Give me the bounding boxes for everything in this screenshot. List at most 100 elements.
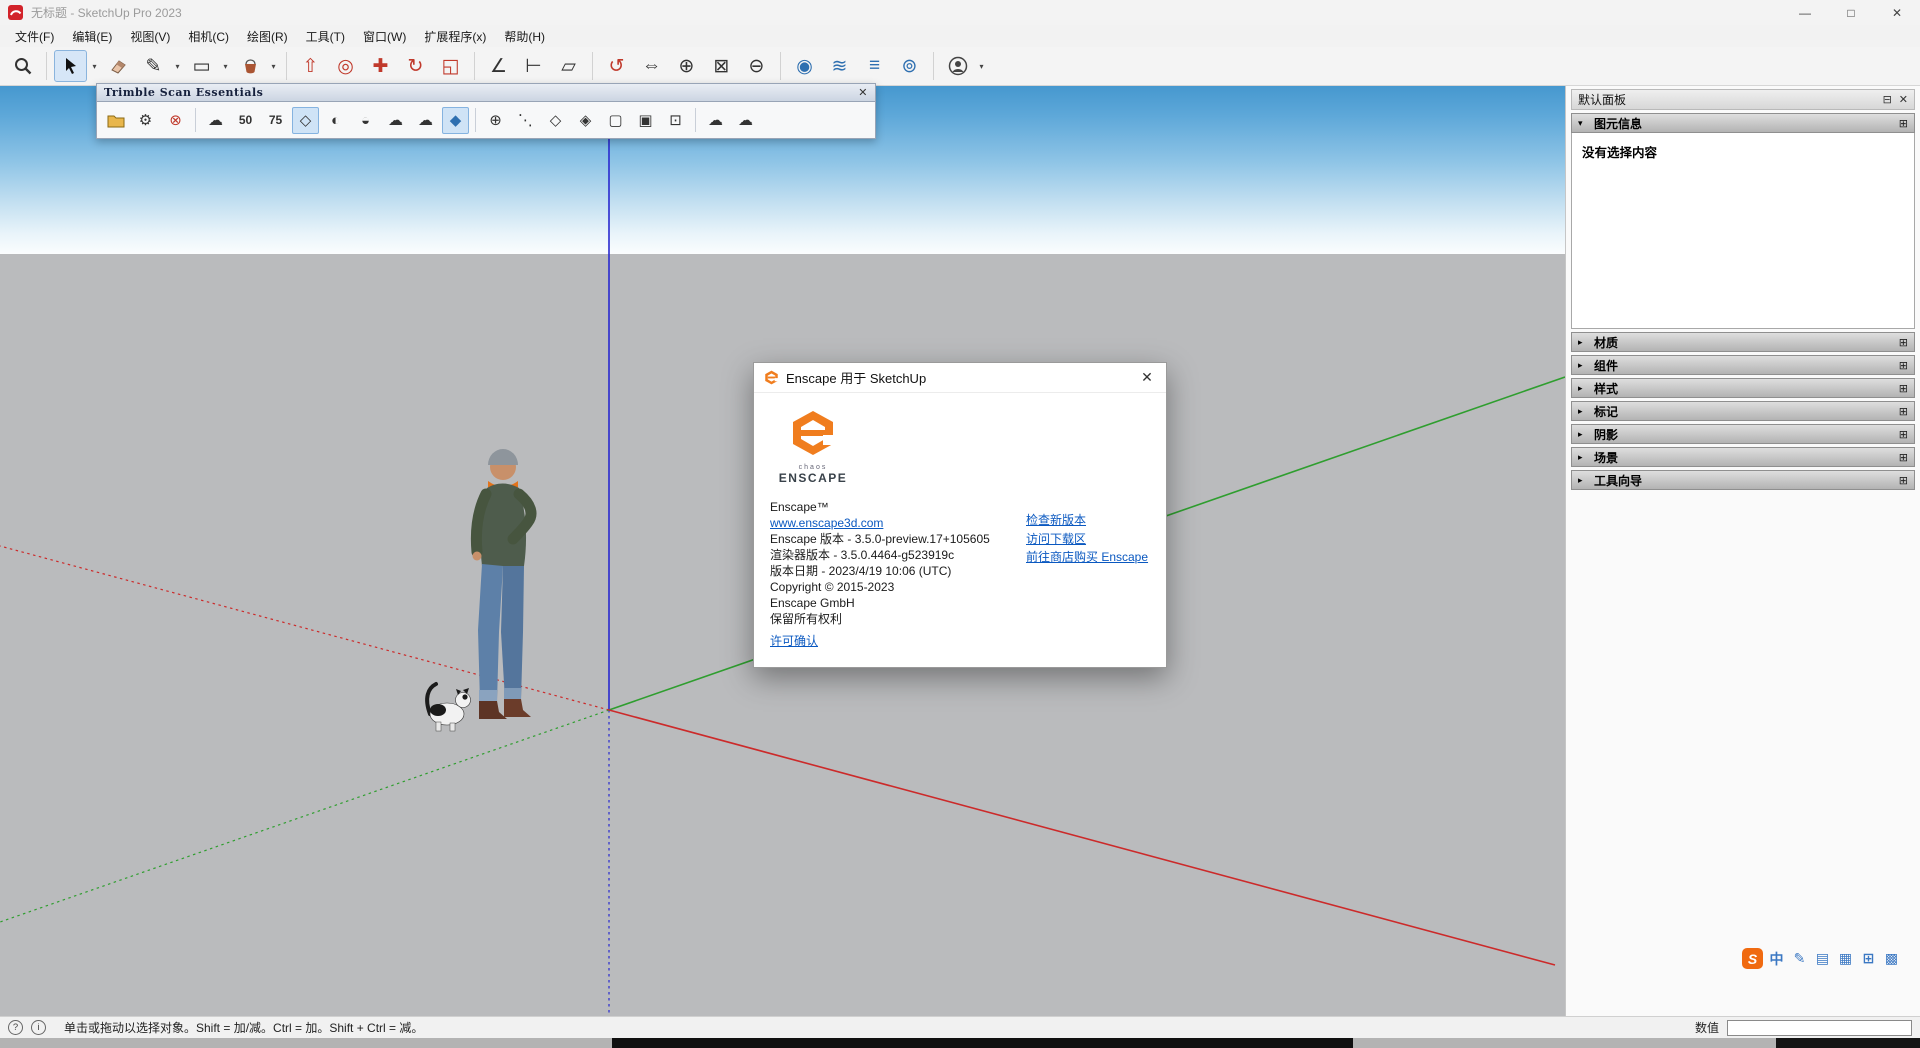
enscape-sync-icon[interactable]: ≋ xyxy=(823,50,856,82)
cloud-upload-icon[interactable]: ☁ xyxy=(732,107,759,134)
tape-measure-tool-icon[interactable]: ∠ xyxy=(482,50,515,82)
person-figure[interactable] xyxy=(420,442,555,737)
credits-info-icon[interactable]: i xyxy=(31,1020,46,1035)
menu-extensions[interactable]: 扩展程序(x) xyxy=(415,25,495,48)
zoom-window-icon[interactable] xyxy=(6,50,39,82)
ime-keyboard-icon[interactable]: ▤ xyxy=(1813,948,1832,969)
menu-help[interactable]: 帮助(H) xyxy=(495,25,554,48)
section-materials[interactable]: ▸ 材质 ⊞ xyxy=(1571,332,1915,352)
section-window-icon[interactable]: ⊞ xyxy=(1899,382,1908,395)
ime-symbols-icon[interactable]: ▦ xyxy=(1836,948,1855,969)
section-shadows[interactable]: ▸ 阴影 ⊞ xyxy=(1571,424,1915,444)
website-link[interactable]: www.enscape3d.com xyxy=(770,516,883,530)
enscape-web-icon[interactable]: ⊚ xyxy=(893,50,926,82)
shapes-tool-icon[interactable]: ▭ xyxy=(185,50,218,82)
section-window-icon[interactable]: ⊞ xyxy=(1899,428,1908,441)
section-entity-info[interactable]: ▾ 图元信息 ⊞ xyxy=(1571,113,1915,133)
line-tool-dropdown-icon[interactable]: ▾ xyxy=(172,50,183,82)
section-components[interactable]: ▸ 组件 ⊞ xyxy=(1571,355,1915,375)
paint-bucket-tool-icon[interactable] xyxy=(233,50,266,82)
menu-file[interactable]: 文件(F) xyxy=(6,25,63,48)
limit-clip-icon[interactable]: ⊡ xyxy=(662,107,689,134)
limit-box-icon[interactable]: ◇ xyxy=(542,107,569,134)
scan-disable-icon[interactable]: ⊗ xyxy=(162,107,189,134)
enscape-views-icon[interactable]: ≡ xyxy=(858,50,891,82)
shapes-tool-dropdown-icon[interactable]: ▾ xyxy=(220,50,231,82)
account-icon[interactable] xyxy=(941,50,974,82)
section-window-icon[interactable]: ⊞ xyxy=(1899,117,1908,130)
open-scan-icon[interactable] xyxy=(102,107,129,134)
section-window-icon[interactable]: ⊞ xyxy=(1899,336,1908,349)
cloud-color-icon[interactable]: ◆ xyxy=(442,107,469,134)
measurement-input[interactable] xyxy=(1727,1020,1912,1036)
section-styles[interactable]: ▸ 样式 ⊞ xyxy=(1571,378,1915,398)
minimize-button[interactable]: — xyxy=(1782,0,1828,25)
section-tags[interactable]: ▸ 标记 ⊞ xyxy=(1571,401,1915,421)
dimension-tool-icon[interactable]: ⊢ xyxy=(517,50,550,82)
opacity-pattern-icon[interactable]: ◒ xyxy=(352,107,379,134)
rotate-tool-icon[interactable]: ↻ xyxy=(399,50,432,82)
cloud-download-icon[interactable]: ☁ xyxy=(702,107,729,134)
enscape-start-icon[interactable]: ◉ xyxy=(788,50,821,82)
maximize-button[interactable]: □ xyxy=(1828,0,1874,25)
close-button[interactable]: ✕ xyxy=(1874,0,1920,25)
dialog-titlebar[interactable]: Enscape 用于 SketchUp ✕ xyxy=(754,363,1166,393)
section-window-icon[interactable]: ⊞ xyxy=(1899,474,1908,487)
ime-toolbox-icon[interactable]: ▩ xyxy=(1882,948,1901,969)
limit-cube-icon[interactable]: ▢ xyxy=(602,107,629,134)
section-window-icon[interactable]: ⊞ xyxy=(1899,405,1908,418)
downloads-link[interactable]: 访问下载区 xyxy=(1026,530,1148,549)
eraser-tool-icon[interactable] xyxy=(102,50,135,82)
ime-pen-icon[interactable]: ✎ xyxy=(1790,948,1809,969)
move-tool-icon[interactable]: ✚ xyxy=(364,50,397,82)
dialog-close-icon[interactable]: ✕ xyxy=(1132,363,1162,393)
menu-window[interactable]: 窗口(W) xyxy=(354,25,415,48)
section-plane-tool-icon[interactable]: ▱ xyxy=(552,50,585,82)
density-75-icon[interactable]: 75 xyxy=(262,107,289,134)
license-link[interactable]: 许可确认 xyxy=(770,634,818,648)
ime-clipboard-icon[interactable]: ⊞ xyxy=(1859,948,1878,969)
section-window-icon[interactable]: ⊞ xyxy=(1899,359,1908,372)
tray-restore-icon[interactable]: ⊟ xyxy=(1883,93,1892,106)
account-dropdown-icon[interactable]: ▾ xyxy=(976,50,987,82)
trimble-close-icon[interactable]: ✕ xyxy=(858,86,868,99)
sogou-logo-icon[interactable]: S xyxy=(1742,948,1763,969)
density-50-icon[interactable]: 50 xyxy=(232,107,259,134)
limit-cube-grid-icon[interactable]: ▣ xyxy=(632,107,659,134)
geolocation-help-icon[interactable]: ? xyxy=(8,1020,23,1035)
scan-settings-icon[interactable]: ⚙ xyxy=(132,107,159,134)
opacity-half-icon[interactable]: ◐ xyxy=(322,107,349,134)
line-tool-icon[interactable]: ✎ xyxy=(137,50,170,82)
select-tool-icon[interactable] xyxy=(54,50,87,82)
trimble-toolbar-titlebar[interactable]: Trimble Scan Essentials ✕ xyxy=(96,83,876,102)
section-window-icon[interactable]: ⊞ xyxy=(1899,451,1908,464)
select-tool-dropdown-icon[interactable]: ▾ xyxy=(89,50,100,82)
limit-box-fill-icon[interactable]: ◈ xyxy=(572,107,599,134)
ime-language-icon[interactable]: 中 xyxy=(1767,948,1786,969)
zoom-extents-tool-icon[interactable]: ⊠ xyxy=(705,50,738,82)
scale-tool-icon[interactable]: ◱ xyxy=(434,50,467,82)
orbit-tool-icon[interactable]: ↺ xyxy=(600,50,633,82)
section-instructor[interactable]: ▸ 工具向导 ⊞ xyxy=(1571,470,1915,490)
polyline-from-cloud-icon[interactable]: ⋱ xyxy=(512,107,539,134)
tray-close-icon[interactable]: ✕ xyxy=(1899,93,1908,106)
zoom-previous-tool-icon[interactable]: ⊖ xyxy=(740,50,773,82)
menu-draw[interactable]: 绘图(R) xyxy=(238,25,297,48)
menu-view[interactable]: 视图(V) xyxy=(121,25,179,48)
menu-edit[interactable]: 编辑(E) xyxy=(63,25,121,48)
opacity-full-icon[interactable]: ◇ xyxy=(292,107,319,134)
section-scenes[interactable]: ▸ 场景 ⊞ xyxy=(1571,447,1915,467)
check-updates-link[interactable]: 检查新版本 xyxy=(1026,511,1148,530)
pan-tool-icon[interactable]: ⇔ xyxy=(635,50,668,82)
point-cloud-convert-icon[interactable]: ☁ xyxy=(202,107,229,134)
menu-tools[interactable]: 工具(T) xyxy=(297,25,354,48)
cloud-hide-icon[interactable]: ☁ xyxy=(382,107,409,134)
zoom-tool-icon[interactable]: ⊕ xyxy=(670,50,703,82)
cloud-update-icon[interactable]: ☁ xyxy=(412,107,439,134)
store-link[interactable]: 前往商店购买 Enscape xyxy=(1026,548,1148,567)
tray-titlebar[interactable]: 默认面板 ⊟ ✕ xyxy=(1571,89,1915,110)
offset-tool-icon[interactable]: ◎ xyxy=(329,50,362,82)
menu-camera[interactable]: 相机(C) xyxy=(179,25,238,48)
push-pull-tool-icon[interactable]: ⇧ xyxy=(294,50,327,82)
paint-tool-dropdown-icon[interactable]: ▾ xyxy=(268,50,279,82)
